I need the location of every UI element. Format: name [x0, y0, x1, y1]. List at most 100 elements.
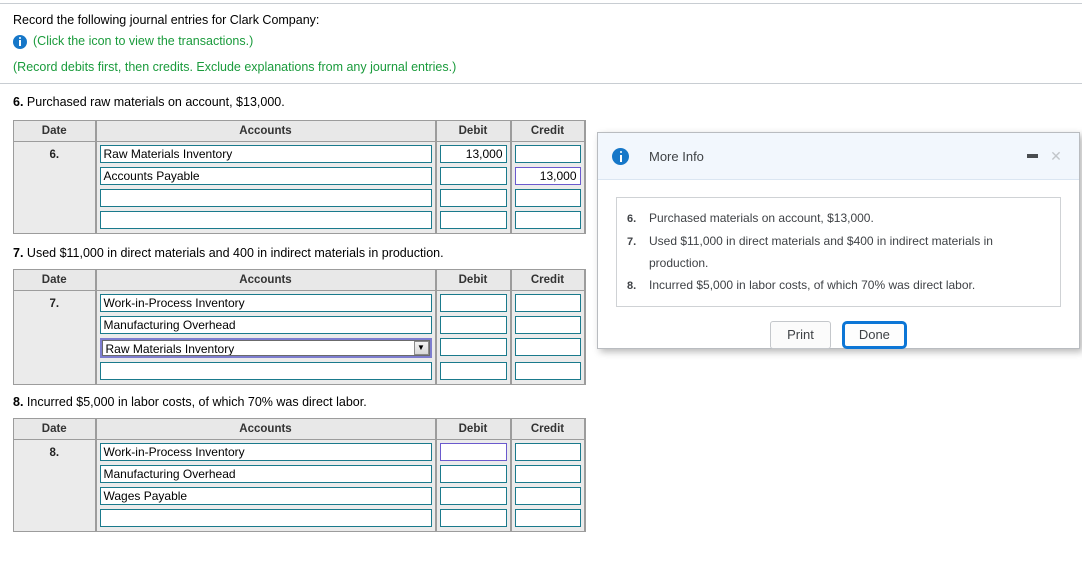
- credit-input[interactable]: [514, 189, 581, 207]
- account-input[interactable]: [99, 362, 432, 380]
- journal-table-7: Date Accounts Debit Credit 7. Work-in-Pr…: [13, 269, 586, 385]
- credit-input[interactable]: [514, 145, 581, 163]
- column-header-accounts: Accounts: [95, 269, 437, 291]
- entry-number-6: 6.: [13, 95, 24, 109]
- account-input[interactable]: [99, 509, 432, 527]
- more-info-dialog: More Info ✕ 6. Purchased materials on ac…: [597, 132, 1080, 349]
- column-header-date: Date: [13, 418, 97, 440]
- date-cell: 7.: [13, 290, 97, 385]
- credit-cell: 13,000: [509, 141, 586, 234]
- journal-table-8: Date Accounts Debit Credit 8. Work-in-Pr…: [13, 418, 586, 532]
- table-header-row: Date Accounts Debit Credit: [13, 418, 586, 440]
- list-item-text: Used $11,000 in direct materials and $40…: [649, 234, 993, 270]
- list-item-text: Incurred $5,000 in labor costs, of which…: [649, 278, 976, 292]
- transactions-link-row[interactable]: (Click the icon to view the transactions…: [13, 34, 633, 49]
- debit-cell: [434, 439, 512, 532]
- list-item-text: Purchased materials on account, $13,000.: [649, 211, 874, 225]
- account-input[interactable]: Raw Materials Inventory: [99, 145, 432, 163]
- credit-cell: [509, 439, 586, 532]
- debit-input[interactable]: [439, 316, 507, 334]
- credit-input[interactable]: [514, 211, 581, 229]
- section-divider: [0, 83, 1082, 84]
- entry-number-7: 7.: [13, 246, 24, 260]
- column-header-credit: Credit: [510, 269, 586, 291]
- date-cell: 6.: [13, 141, 97, 234]
- entry-label-6: 6. Purchased raw materials on account, $…: [13, 95, 285, 109]
- debit-cell: [434, 290, 512, 385]
- debit-input[interactable]: [439, 465, 507, 483]
- instruction-text: (Record debits first, then credits. Excl…: [13, 60, 457, 74]
- dialog-title: More Info: [649, 148, 704, 164]
- accounts-cell: Work-in-Process Inventory Manufacturing …: [94, 290, 437, 385]
- list-item: 8. Incurred $5,000 in labor costs, of wh…: [627, 274, 1048, 297]
- credit-input[interactable]: 13,000: [514, 167, 581, 185]
- column-header-date: Date: [13, 269, 97, 291]
- dialog-button-row: Print Done: [616, 321, 1061, 349]
- account-input[interactable]: Manufacturing Overhead: [99, 465, 432, 483]
- entry-text-7: Used $11,000 in direct materials and 400…: [26, 246, 444, 260]
- accounts-cell: Work-in-Process Inventory Manufacturing …: [94, 439, 437, 532]
- list-item: 7. Used $11,000 in direct materials and …: [627, 230, 1048, 274]
- account-input[interactable]: Wages Payable: [99, 487, 432, 505]
- debit-input[interactable]: [439, 362, 507, 380]
- dialog-body: 6. Purchased materials on account, $13,0…: [598, 180, 1079, 349]
- problem-prompt: Record the following journal entries for…: [13, 13, 633, 75]
- table-header-row: Date Accounts Debit Credit: [13, 120, 586, 142]
- entry-label-8: 8. Incurred $5,000 in labor costs, of wh…: [13, 395, 367, 409]
- credit-input[interactable]: [514, 487, 581, 505]
- debit-input[interactable]: [439, 487, 507, 505]
- journal-table-6: Date Accounts Debit Credit 6. Raw Materi…: [13, 120, 586, 234]
- debit-input[interactable]: [439, 167, 507, 185]
- table-row: 6. Raw Materials Inventory Accounts Paya…: [13, 141, 586, 234]
- debit-input[interactable]: [439, 189, 507, 207]
- credit-input[interactable]: [514, 294, 581, 312]
- debit-input[interactable]: [439, 211, 507, 229]
- account-input[interactable]: Accounts Payable: [99, 167, 432, 185]
- table-row: 8. Work-in-Process Inventory Manufacturi…: [13, 439, 586, 532]
- table-row: 7. Work-in-Process Inventory Manufacturi…: [13, 290, 586, 385]
- account-input[interactable]: [99, 211, 432, 229]
- instruction-row: (Record debits first, then credits. Excl…: [13, 60, 633, 75]
- credit-input[interactable]: [514, 443, 581, 461]
- top-divider: [0, 3, 1082, 4]
- credit-cell: [509, 290, 586, 385]
- debit-input[interactable]: [439, 443, 507, 461]
- done-button[interactable]: Done: [841, 321, 907, 349]
- dialog-header: More Info ✕: [598, 133, 1079, 180]
- column-header-credit: Credit: [510, 120, 586, 142]
- column-header-accounts: Accounts: [95, 120, 437, 142]
- transactions-list: 6. Purchased materials on account, $13,0…: [616, 197, 1061, 307]
- account-select[interactable]: Raw Materials Inventory ▼: [99, 338, 432, 358]
- print-button[interactable]: Print: [770, 321, 831, 349]
- credit-input[interactable]: [514, 338, 581, 356]
- column-header-accounts: Accounts: [95, 418, 437, 440]
- close-button[interactable]: ✕: [1043, 145, 1069, 167]
- list-item-number: 6.: [627, 213, 637, 225]
- chevron-down-icon[interactable]: ▼: [413, 341, 429, 355]
- debit-input[interactable]: [439, 338, 507, 356]
- account-input[interactable]: Manufacturing Overhead: [99, 316, 432, 334]
- minimize-button[interactable]: [1021, 145, 1043, 167]
- column-header-debit: Debit: [435, 269, 512, 291]
- debit-input[interactable]: [439, 294, 507, 312]
- transactions-link-text[interactable]: (Click the icon to view the transactions…: [33, 34, 253, 49]
- credit-input[interactable]: [514, 316, 581, 334]
- debit-input[interactable]: 13,000: [439, 145, 507, 163]
- credit-input[interactable]: [514, 509, 581, 527]
- column-header-debit: Debit: [435, 120, 512, 142]
- info-icon: [612, 147, 629, 165]
- account-select-value: Raw Materials Inventory: [101, 340, 430, 356]
- column-header-date: Date: [13, 120, 97, 142]
- column-header-debit: Debit: [435, 418, 512, 440]
- date-cell: 8.: [13, 439, 97, 532]
- account-input[interactable]: [99, 189, 432, 207]
- list-item-number: 8.: [627, 280, 637, 292]
- list-item: 6. Purchased materials on account, $13,0…: [627, 207, 1048, 230]
- credit-input[interactable]: [514, 362, 581, 380]
- debit-input[interactable]: [439, 509, 507, 527]
- entry-text-8: Incurred $5,000 in labor costs, of which…: [26, 395, 367, 409]
- info-icon[interactable]: [13, 34, 27, 49]
- account-input[interactable]: Work-in-Process Inventory: [99, 294, 432, 312]
- account-input[interactable]: Work-in-Process Inventory: [99, 443, 432, 461]
- credit-input[interactable]: [514, 465, 581, 483]
